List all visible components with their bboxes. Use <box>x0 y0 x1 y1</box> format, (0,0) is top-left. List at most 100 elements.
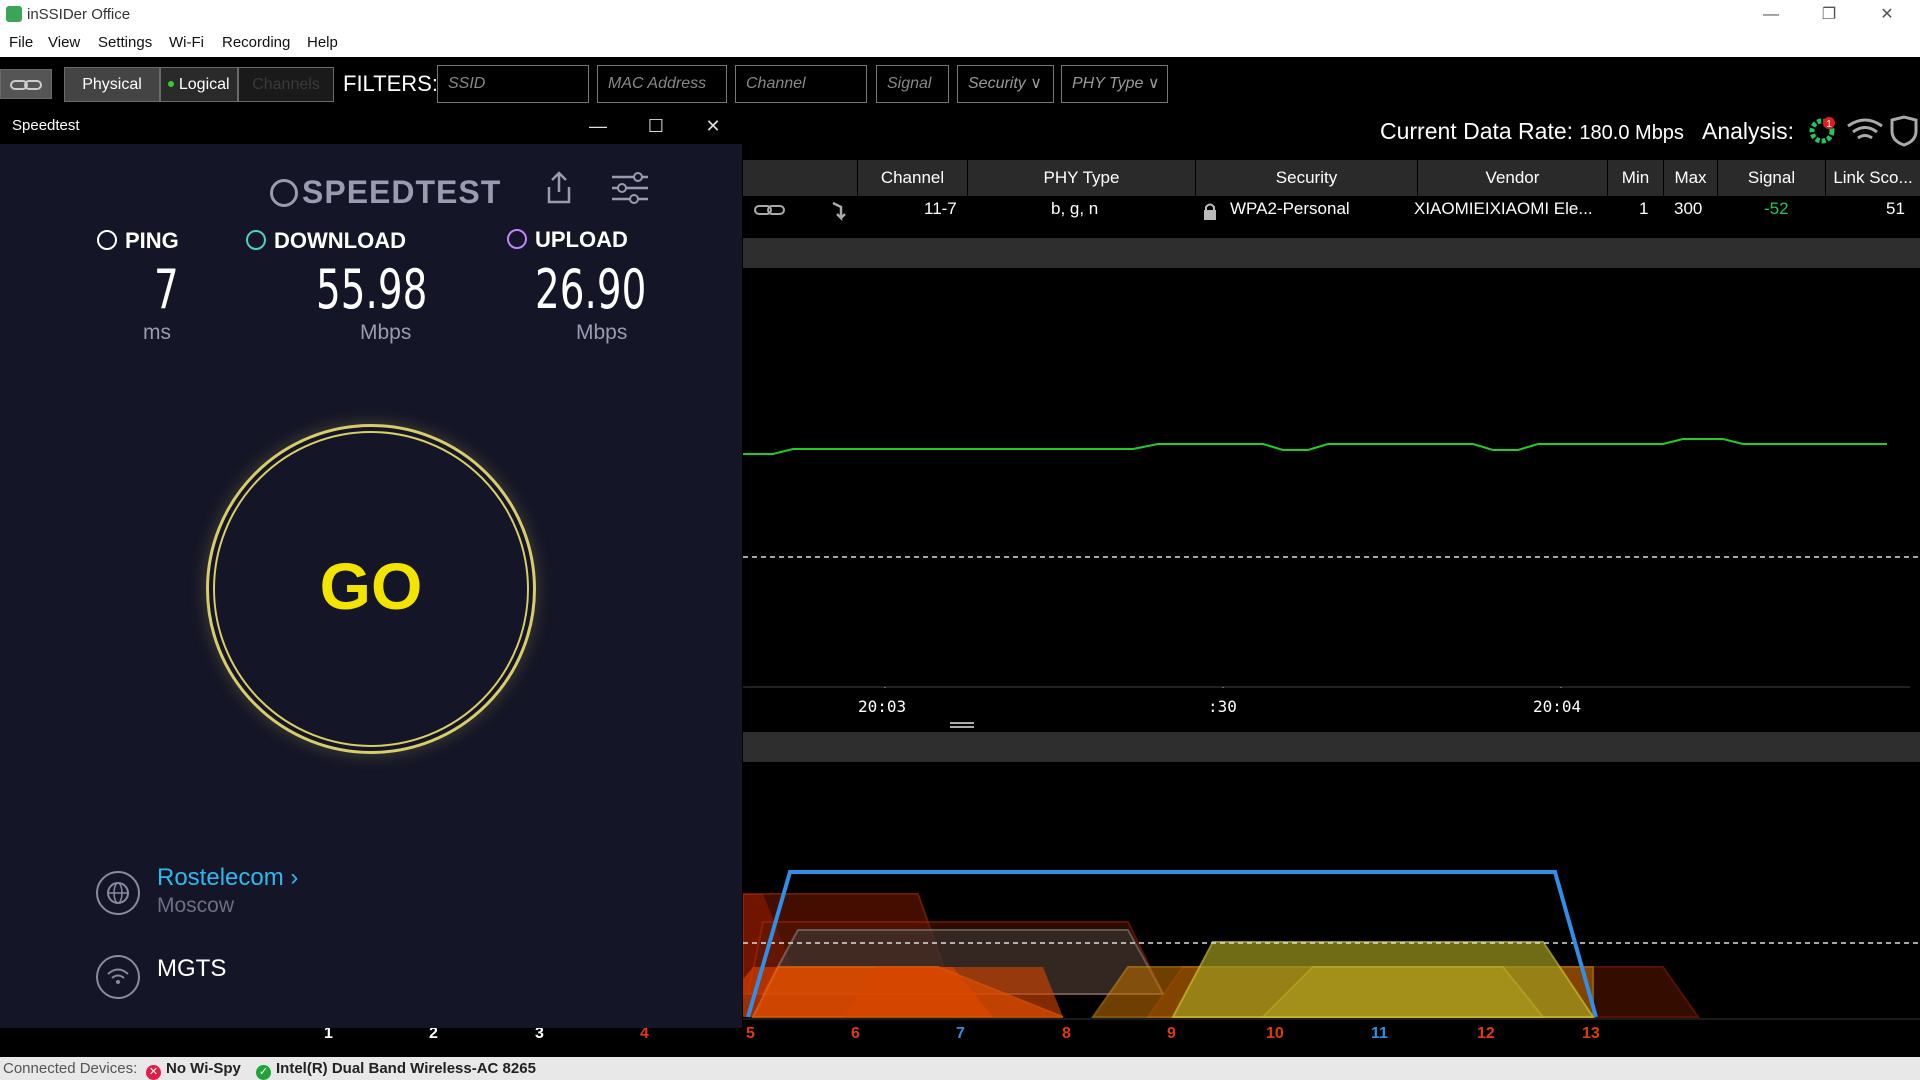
channel-label: 6 <box>851 1025 860 1042</box>
menu-bar: File View Settings Wi-Fi Recording Help <box>0 29 1920 57</box>
channel-label: 11 <box>1371 1025 1388 1042</box>
link-icon <box>754 205 785 215</box>
go-button-label[interactable]: GO <box>206 548 536 624</box>
speedtest-minimize-button[interactable]: — <box>578 112 618 140</box>
analysis-label: Analysis: <box>1702 118 1795 144</box>
speedtest-title: Speedtest <box>12 117 80 134</box>
signal-history-line <box>743 438 1887 455</box>
col-vendor[interactable]: Vendor <box>1417 160 1607 196</box>
col-security[interactable]: Security <box>1195 160 1417 196</box>
toolbar: Physical Logical Channels FILTERS: SSID … <box>0 57 1920 112</box>
wifi-icon[interactable] <box>1847 118 1883 140</box>
close-button[interactable]: ✕ <box>1864 0 1910 29</box>
device-wispy[interactable]: ✕ No Wi-Spy <box>146 1060 241 1080</box>
speedtest-logo: SPEEDTEST <box>270 174 501 211</box>
lock-icon <box>1204 203 1216 220</box>
signal-filter[interactable]: Signal <box>876 65 949 103</box>
time-label-2003: 20:03 <box>858 697 907 716</box>
isp-location: Moscow <box>157 894 235 917</box>
menu-file[interactable]: File <box>9 34 33 51</box>
logical-view-button[interactable]: Logical <box>160 67 238 102</box>
link-icon <box>10 80 42 90</box>
active-dot-icon <box>168 81 175 87</box>
table-row[interactable]: 11-7 b, g, n WPA2-Personal XIAOMIEIXIAOM… <box>743 196 1920 226</box>
cell-signal: -52 <box>1764 199 1789 218</box>
channel-label: 10 <box>1266 1025 1284 1042</box>
col-channel[interactable]: Channel <box>857 160 967 196</box>
chevron-down-icon: ∨ <box>1030 75 1042 92</box>
download-heading: DOWNLOAD <box>246 228 406 254</box>
signal-trend-icon <box>832 201 846 222</box>
col-max[interactable]: Max <box>1663 160 1717 196</box>
check-icon: ✓ <box>256 1065 271 1080</box>
speedtest-close-button[interactable]: ✕ <box>693 112 733 140</box>
menu-settings[interactable]: Settings <box>98 34 152 51</box>
alert-badge-count: 1 <box>1826 119 1832 130</box>
physical-view-button[interactable]: Physical <box>64 67 160 102</box>
minimize-button[interactable]: — <box>1748 0 1794 29</box>
time-label-30: :30 <box>1208 697 1237 716</box>
isp-server-link[interactable]: Rostelecom › <box>157 864 298 892</box>
ping-heading: PING <box>97 228 179 254</box>
speedtest-panel: Speedtest — ☐ ✕ SPEEDTEST PING 7 ms DOWN… <box>0 108 742 1028</box>
share-icon[interactable] <box>544 170 574 206</box>
channel-label: 13 <box>1582 1025 1600 1042</box>
download-label: DOWNLOAD <box>274 228 406 253</box>
neighbor-networks <box>743 893 1700 1018</box>
phy-type-filter-dropdown[interactable]: PHY Type ∨ <box>1061 65 1168 103</box>
wifi-network-name: MGTS <box>157 955 227 982</box>
isp-name: Rostelecom <box>157 864 284 891</box>
time-label-2004: 20:04 <box>1533 697 1582 716</box>
shield-icon[interactable] <box>1890 115 1918 147</box>
app-icon <box>6 6 22 22</box>
filters-label: FILTERS: <box>343 71 438 96</box>
link-toggle-button[interactable] <box>0 69 52 99</box>
cell-security: WPA2-Personal <box>1230 199 1350 218</box>
col-link-score[interactable]: Link Sco... <box>1825 160 1920 196</box>
network-trapezoid <box>1260 966 1546 1018</box>
cell-channel: 11-7 <box>924 199 957 218</box>
channels-view-button[interactable]: Channels <box>238 67 334 102</box>
ping-value: 7 <box>154 258 179 321</box>
col-phy-type[interactable]: PHY Type <box>967 160 1195 196</box>
signal-time-graph <box>743 438 1920 688</box>
connected-devices-label: Connected Devices: <box>3 1060 138 1077</box>
menu-view[interactable]: View <box>48 34 80 51</box>
speedtest-titlebar: Speedtest — ☐ ✕ <box>0 108 742 144</box>
menu-help[interactable]: Help <box>307 34 338 51</box>
pane-splitter-handle[interactable] <box>950 722 974 728</box>
col-signal[interactable]: Signal <box>1717 160 1825 196</box>
download-value: 55.98 <box>316 258 428 321</box>
upload-icon <box>507 229 527 249</box>
cell-vendor: XIAOMIEIXIAOMI Ele... <box>1414 199 1593 218</box>
mac-address-filter[interactable]: MAC Address <box>597 65 727 103</box>
settings-sliders-icon[interactable] <box>610 172 650 204</box>
channel-label: 5 <box>746 1025 755 1042</box>
logical-label: Logical <box>178 76 230 93</box>
upload-heading: UPLOAD <box>507 227 628 253</box>
ping-icon <box>97 230 117 250</box>
window-title: inSSIDer Office <box>27 6 131 23</box>
speedtest-maximize-button[interactable]: ☐ <box>636 112 676 140</box>
phy-filter-label: PHY Type <box>1072 75 1144 92</box>
security-filter-label: Security <box>968 75 1026 92</box>
cell-min: 1 <box>1639 199 1649 218</box>
maximize-button[interactable]: ❐ <box>1806 0 1852 29</box>
current-data-rate: Current Data Rate: 180.0 Mbps <box>1380 118 1684 145</box>
download-icon <box>246 230 266 250</box>
col-min[interactable]: Min <box>1607 160 1663 196</box>
globe-icon <box>96 871 140 915</box>
channel-graph <box>743 870 1920 1020</box>
chevron-down-icon: ∨ <box>1147 75 1160 92</box>
upload-label: UPLOAD <box>535 227 628 252</box>
graph-header-band <box>743 238 1920 268</box>
menu-wifi[interactable]: Wi-Fi <box>169 34 204 51</box>
security-filter-dropdown[interactable]: Security ∨ <box>957 65 1054 103</box>
menu-recording[interactable]: Recording <box>222 34 290 51</box>
channel-filter[interactable]: Channel <box>735 65 867 103</box>
cell-max: 300 <box>1674 199 1703 218</box>
ssid-filter[interactable]: SSID <box>437 65 589 103</box>
channel-label: 7 <box>956 1025 965 1042</box>
device-intel[interactable]: ✓ Intel(R) Dual Band Wireless-AC 8265 <box>256 1060 536 1080</box>
current-rate-label: Current Data Rate: <box>1380 118 1574 144</box>
